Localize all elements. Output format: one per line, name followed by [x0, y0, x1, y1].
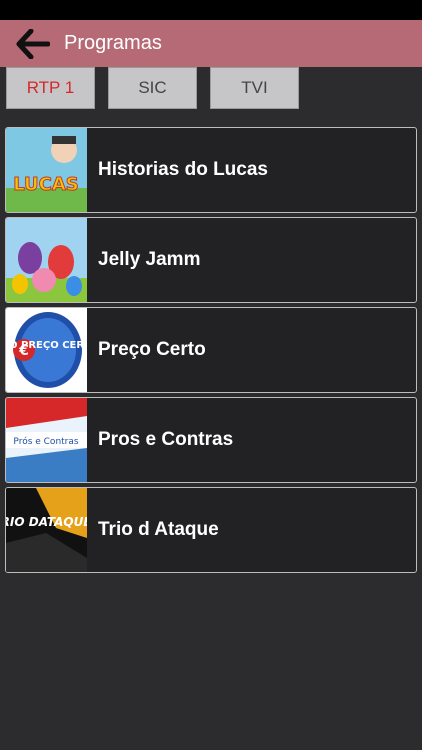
lucas-logo-text: LUCAS	[13, 174, 79, 195]
list-item-jelly-jamm[interactable]: Jelly Jamm	[5, 217, 417, 303]
program-list: LUCAS Historias do Lucas Jelly Jamm € O …	[5, 127, 417, 577]
program-title: Jelly Jamm	[98, 249, 201, 270]
status-bar	[0, 0, 422, 20]
channel-tabs: RTP 1 SIC TVI	[6, 67, 299, 109]
trio-dataque-logo-text: TRIO DATAQUE	[6, 515, 87, 529]
trio-dataque-thumbnail: TRIO DATAQUE	[6, 488, 87, 572]
program-title: Trio d Ataque	[98, 519, 219, 540]
list-item-pros-e-contras[interactable]: Prós e Contras Pros e Contras	[5, 397, 417, 483]
pros-contras-logo-text: Prós e Contras	[13, 436, 78, 447]
list-item-preco-certo[interactable]: € O PREÇO CERTO Preço Certo	[5, 307, 417, 393]
back-button[interactable]	[8, 20, 58, 67]
tab-rtp1[interactable]: RTP 1	[6, 67, 95, 109]
tab-tvi[interactable]: TVI	[210, 67, 299, 109]
preco-certo-logo-text: O PREÇO CERTO	[9, 340, 87, 351]
program-title: Preço Certo	[98, 339, 206, 360]
pros-contras-thumbnail: Prós e Contras	[6, 398, 87, 482]
program-title: Historias do Lucas	[98, 159, 268, 180]
back-arrow-icon	[16, 28, 50, 59]
tab-sic[interactable]: SIC	[108, 67, 197, 109]
app-header: Programas	[0, 20, 422, 67]
list-item-trio-d-ataque[interactable]: TRIO DATAQUE Trio d Ataque	[5, 487, 417, 573]
page-title: Programas	[64, 32, 162, 54]
jelly-jamm-thumbnail	[6, 218, 87, 302]
lucas-thumbnail: LUCAS	[6, 128, 87, 212]
list-item-historias-do-lucas[interactable]: LUCAS Historias do Lucas	[5, 127, 417, 213]
program-title: Pros e Contras	[98, 429, 234, 450]
preco-certo-thumbnail: € O PREÇO CERTO	[6, 308, 87, 392]
